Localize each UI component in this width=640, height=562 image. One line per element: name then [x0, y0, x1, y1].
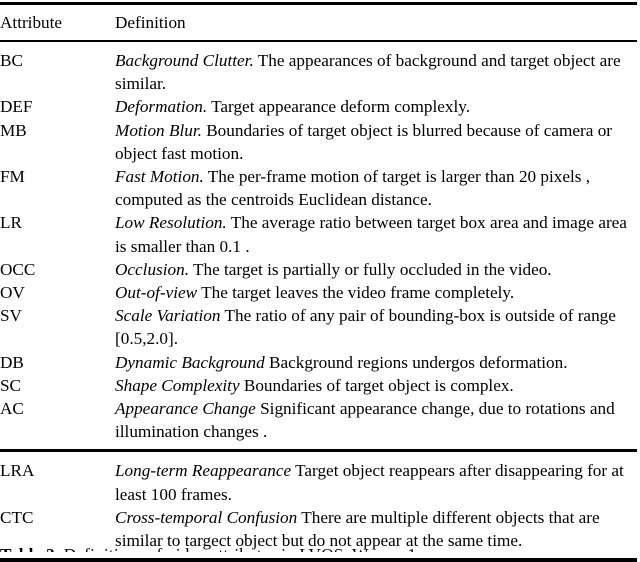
row-definition: Scale Variation The ratio of any pair of… — [115, 304, 637, 350]
caption-label: Table 2. — [0, 545, 59, 552]
row-attribute: SV — [0, 306, 22, 326]
caption-text: Definitions of video attributes in LVOS.… — [59, 545, 416, 552]
definition-term: Long-term Reappearance — [115, 461, 292, 481]
definition-text: The target is partially or fully occlude… — [189, 259, 552, 279]
definition-term: Cross-temporal Confusion — [115, 507, 298, 527]
table-row: OCC Occlusion. The target is partially o… — [0, 258, 637, 281]
attribute-definition-table: Attribute Definition BC Background Clutt… — [0, 0, 640, 562]
table-group-primary: BC Background Clutter. The appearances o… — [0, 42, 637, 449]
row-definition: Fast Motion. The per-frame motion of tar… — [115, 165, 637, 211]
row-attribute: AC — [0, 399, 24, 419]
row-attribute: LR — [0, 213, 22, 233]
row-definition: Motion Blur. Boundaries of target object… — [115, 119, 637, 165]
row-attribute: MB — [0, 120, 27, 140]
definition-term: Dynamic Background — [115, 352, 265, 372]
table-header-row: Attribute Definition — [0, 11, 637, 34]
row-attribute: DEF — [0, 97, 33, 117]
table-row: DEF Deformation. Target appearance defor… — [0, 95, 637, 118]
group-spacer-top — [0, 42, 637, 49]
table-row: DB Dynamic Background Background regions… — [0, 351, 637, 374]
table-row: MB Motion Blur. Boundaries of target obj… — [0, 119, 637, 165]
table-row: SV Scale Variation The ratio of any pair… — [0, 304, 637, 350]
table-bottom-rule — [0, 558, 637, 562]
definition-term: Scale Variation — [115, 306, 221, 326]
table-row: AC Appearance Change Significant appeara… — [0, 397, 637, 443]
table-row: LR Low Resolution. The average ratio bet… — [0, 211, 637, 257]
definition-text: Target appearance deform complexly. — [207, 97, 470, 117]
definition-term: Motion Blur. — [115, 120, 202, 140]
row-definition: Dynamic Background Background regions un… — [115, 351, 637, 374]
definition-term: Low Resolution. — [115, 213, 227, 233]
definition-term: Deformation. — [115, 97, 208, 117]
definition-term: Appearance Change — [115, 399, 256, 419]
column-header-definition: Definition — [115, 13, 186, 32]
definition-term: Fast Motion. — [115, 167, 204, 187]
table-row: BC Background Clutter. The appearances o… — [0, 49, 637, 95]
row-definition: Background Clutter. The appearances of b… — [115, 49, 637, 95]
row-definition: Occlusion. The target is partially or fu… — [115, 258, 637, 281]
table-header-section: Attribute Definition — [0, 5, 637, 40]
row-attribute: BC — [0, 51, 23, 70]
definition-term: Background Clutter. — [115, 51, 254, 70]
table-row: SC Shape Complexity Boundaries of target… — [0, 374, 637, 397]
table-row: FM Fast Motion. The per-frame motion of … — [0, 165, 637, 211]
definition-term: Occlusion. — [115, 259, 189, 279]
table-row: LRA Long-term Reappearance Target object… — [0, 459, 637, 505]
row-attribute: DB — [0, 352, 24, 372]
table-row: OV Out-of-view The target leaves the vid… — [0, 281, 637, 304]
row-attribute: OV — [0, 283, 25, 303]
row-definition: Deformation. Target appearance deform co… — [115, 95, 637, 118]
row-attribute: SC — [0, 375, 22, 395]
definition-term: Shape Complexity — [115, 375, 240, 395]
row-definition: Shape Complexity Boundaries of target ob… — [115, 374, 637, 397]
row-definition: Out-of-view The target leaves the video … — [115, 281, 637, 304]
row-attribute: OCC — [0, 259, 36, 279]
column-header-attribute: Attribute — [0, 13, 63, 32]
definition-text: The target leaves the video frame comple… — [197, 283, 515, 303]
row-definition: Appearance Change Significant appearance… — [115, 397, 637, 443]
row-attribute: LRA — [0, 461, 35, 481]
definition-text: Background regions undergos deformation. — [264, 352, 568, 372]
definition-text: Boundaries of target object is complex. — [239, 375, 514, 395]
table-caption: Table 2. Definitions of video attributes… — [0, 543, 637, 552]
definition-term: Out-of-view — [115, 283, 198, 303]
group-spacer-top — [0, 452, 637, 459]
row-definition: Low Resolution. The average ratio betwee… — [115, 211, 637, 257]
row-attribute: FM — [0, 167, 25, 187]
row-definition: Long-term Reappearance Target object rea… — [115, 459, 637, 505]
